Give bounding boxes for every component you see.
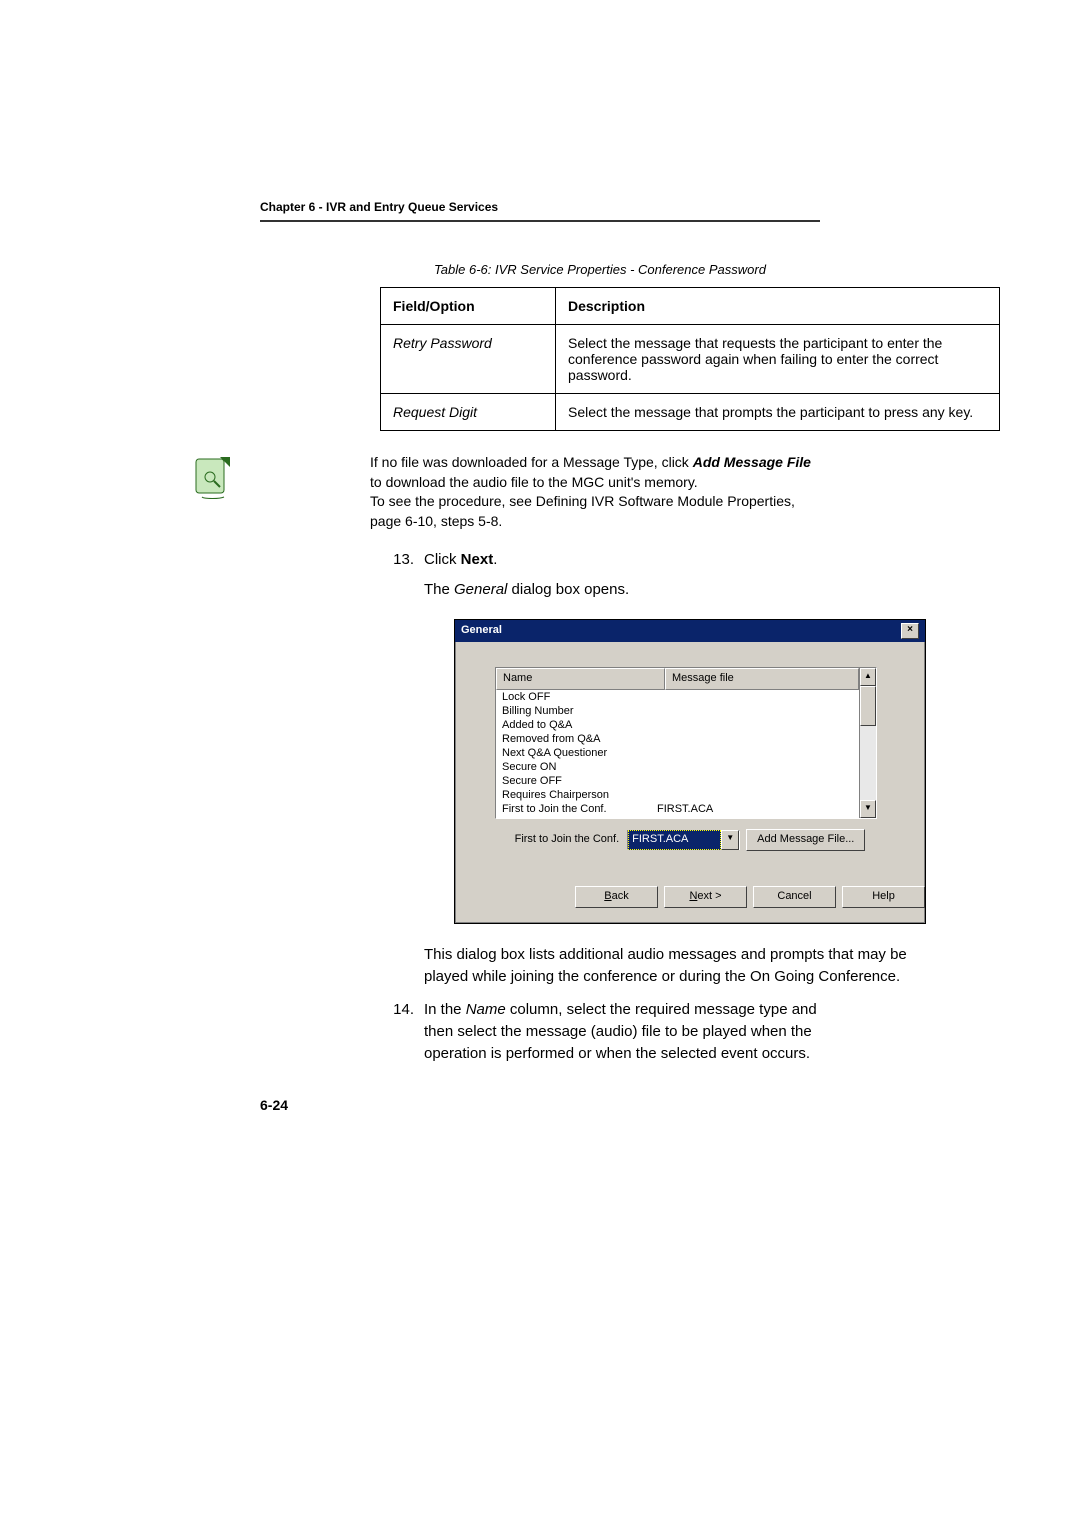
page-number: 6-24 xyxy=(260,1097,288,1113)
dialog-title: General xyxy=(461,623,502,639)
cancel-button[interactable]: Cancel xyxy=(753,886,836,908)
chapter-header: Chapter 6 - IVR and Entry Queue Services xyxy=(260,200,820,222)
combo-label: First to Join the Conf. xyxy=(515,832,620,848)
td-field: Retry Password xyxy=(381,325,556,394)
note-text: If no file was downloaded for a Message … xyxy=(240,453,820,531)
list-item[interactable]: Billing Number xyxy=(502,704,657,718)
step13-post: . xyxy=(493,551,497,568)
step13-bold: Next xyxy=(461,551,494,568)
step-number: 13. xyxy=(380,549,424,987)
list-item[interactable]: Lock OFF xyxy=(502,690,657,704)
scroll-down-icon[interactable]: ▼ xyxy=(860,800,876,818)
chevron-down-icon[interactable]: ▼ xyxy=(721,830,739,850)
list-item[interactable]: Requires Chairperson xyxy=(502,788,657,802)
list-item[interactable]: Next Q&A Questioner xyxy=(502,746,657,760)
note-line2: To see the procedure, see Defining IVR S… xyxy=(370,493,795,529)
col-msg[interactable]: Message file xyxy=(665,668,859,690)
close-icon[interactable]: × xyxy=(901,623,919,639)
combo-value: FIRST.ACA xyxy=(628,830,721,850)
list-item[interactable]: Secure OFF xyxy=(502,774,657,788)
step13-pre: Click xyxy=(424,551,461,568)
td-desc: Select the message that prompts the part… xyxy=(556,394,1000,431)
table-caption: Table 6-6: IVR Service Properties - Conf… xyxy=(380,262,820,277)
note-bold: Add Message File xyxy=(693,454,811,470)
note-line1-pre: If no file was downloaded for a Message … xyxy=(370,454,693,470)
step13-italic: General xyxy=(454,581,507,598)
list-item[interactable]: Secure ON xyxy=(502,760,657,774)
step14-pre: In the xyxy=(424,1001,466,1018)
message-listbox[interactable]: Name Message file Lock OFF Billing Numbe… xyxy=(495,667,877,819)
step14-italic: Name xyxy=(466,1001,506,1018)
note-line1-post: to download the audio file to the MGC un… xyxy=(370,474,698,490)
scroll-up-icon[interactable]: ▲ xyxy=(860,668,876,686)
message-file-combo[interactable]: FIRST.ACA ▼ xyxy=(627,830,740,850)
col-name[interactable]: Name xyxy=(496,668,665,690)
general-dialog: General × Name Message file xyxy=(454,619,926,924)
scroll-thumb[interactable] xyxy=(860,686,876,726)
back-button[interactable]: Back xyxy=(575,886,658,908)
step-number: 14. xyxy=(380,999,424,1064)
th-desc: Description xyxy=(556,288,1000,325)
help-button[interactable]: Help xyxy=(842,886,925,908)
step13-after-post: dialog box opens. xyxy=(507,581,629,598)
th-field: Field/Option xyxy=(381,288,556,325)
scrollbar[interactable]: ▲ ▼ xyxy=(859,668,876,818)
properties-table: Field/Option Description Retry Password … xyxy=(380,287,1000,431)
td-field: Request Digit xyxy=(381,394,556,431)
add-message-file-button[interactable]: Add Message File... xyxy=(746,829,865,851)
td-desc: Select the message that requests the par… xyxy=(556,325,1000,394)
list-item[interactable]: Added to Q&A xyxy=(502,718,657,732)
note-icon xyxy=(190,453,240,503)
list-item[interactable]: Removed from Q&A xyxy=(502,732,657,746)
para-after-dialog: This dialog box lists additional audio m… xyxy=(424,944,926,988)
list-item[interactable]: First to Join the Conf. xyxy=(502,802,657,816)
next-button[interactable]: Next > xyxy=(664,886,747,908)
step13-after: The xyxy=(424,581,454,598)
